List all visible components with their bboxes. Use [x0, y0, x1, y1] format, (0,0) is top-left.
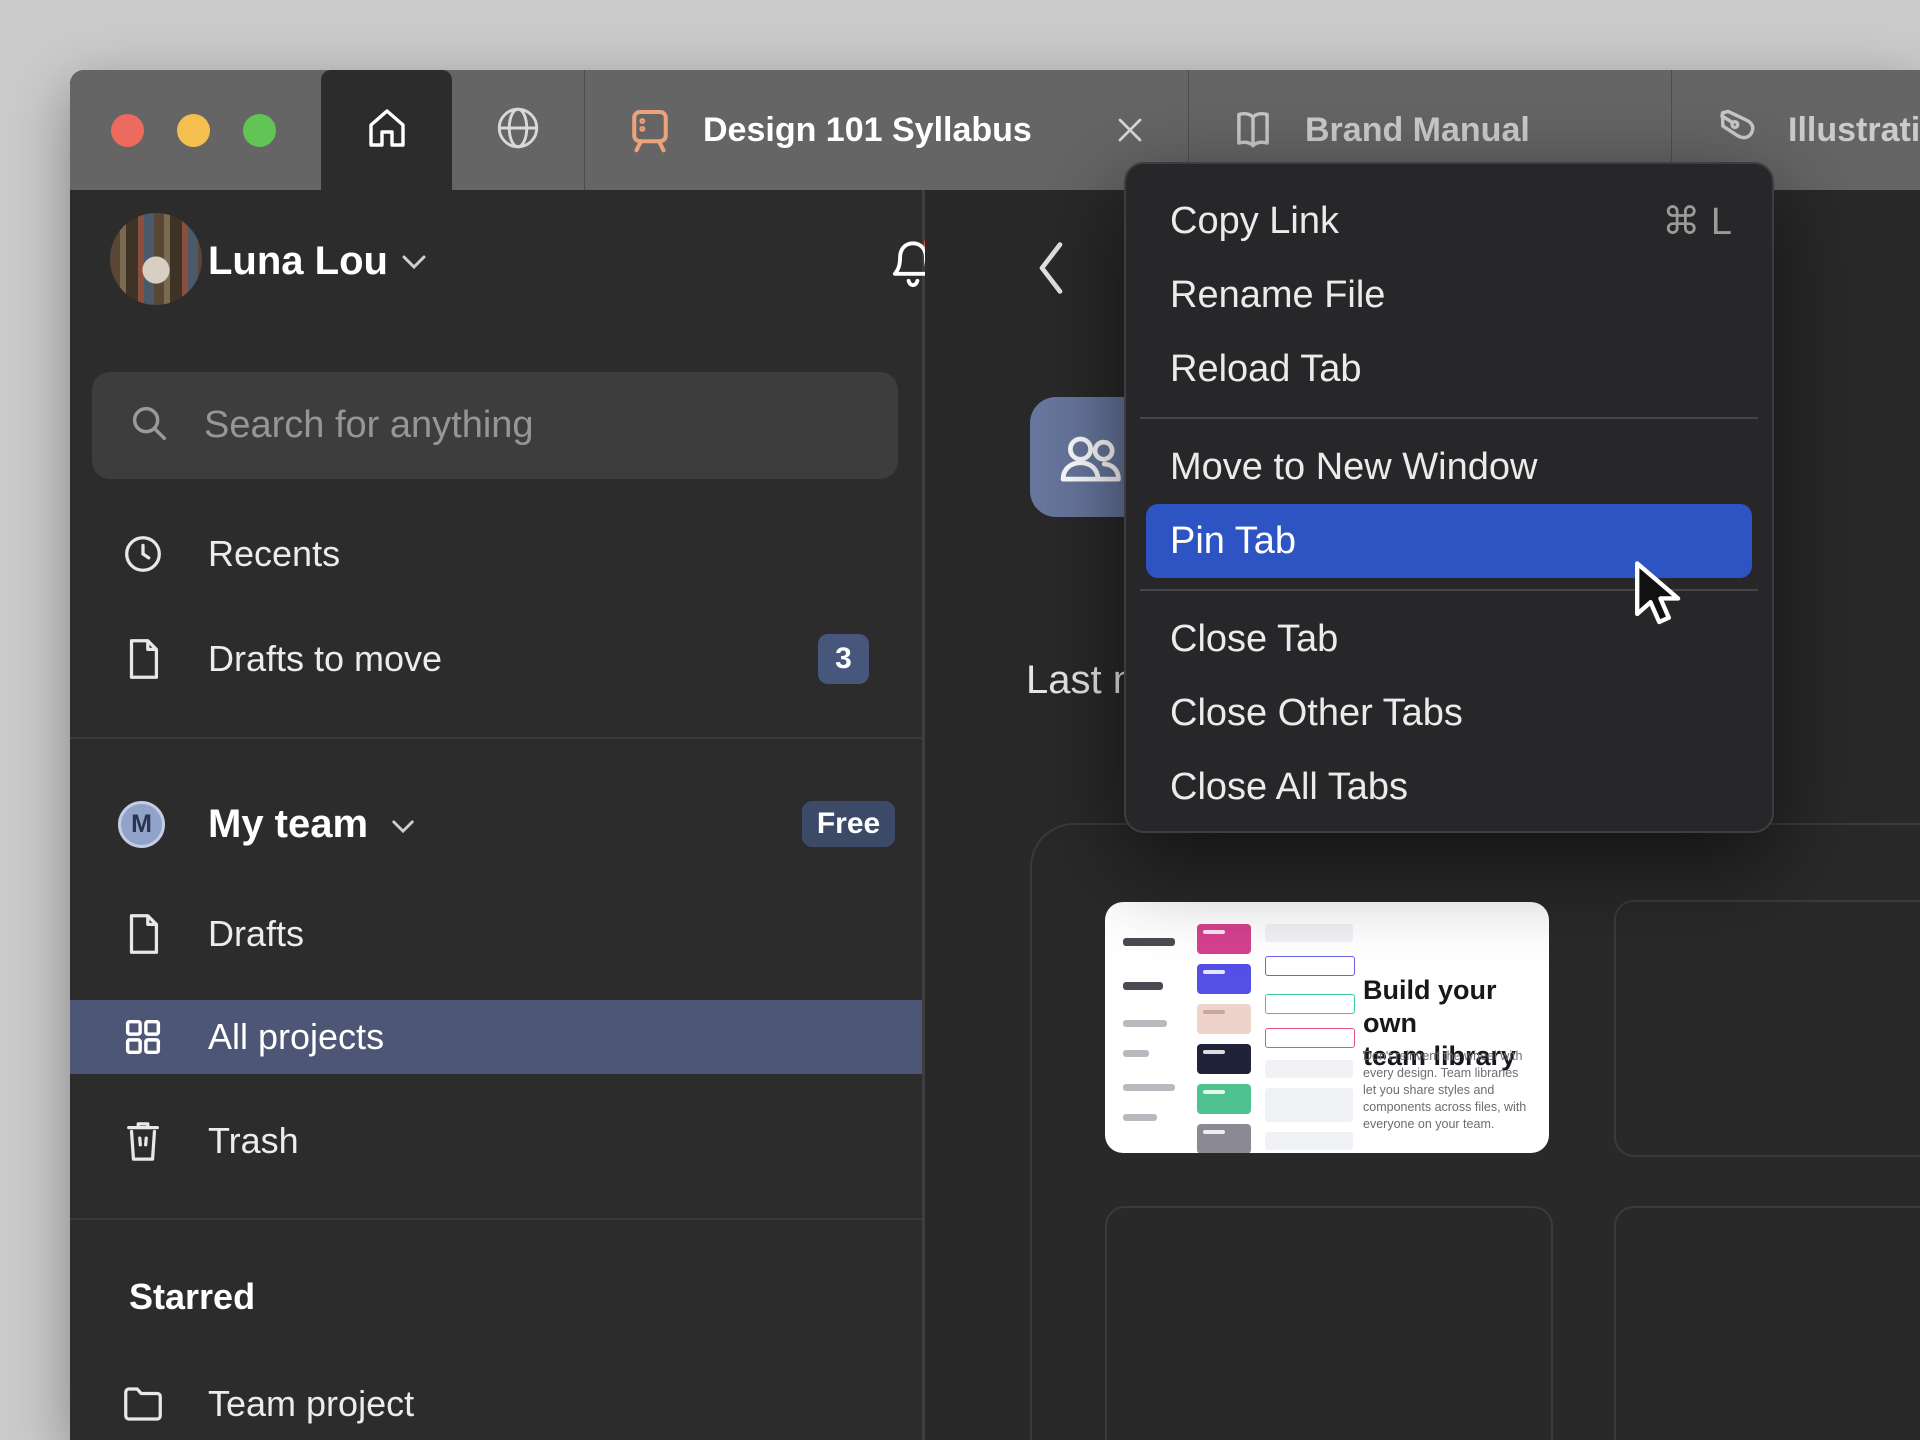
menu-item-shortcut: ⌘ L: [1662, 199, 1732, 244]
plan-badge: Free: [802, 801, 895, 847]
sidebar-item-label: All projects: [208, 1016, 384, 1058]
search-placeholder: Search for anything: [204, 404, 534, 447]
tab-home[interactable]: [321, 70, 452, 190]
team-library-promo-card[interactable]: Build your own team library Don't reinve…: [1105, 902, 1549, 1153]
menu-item-label: Close Tab: [1170, 618, 1338, 661]
sidebar-item-label: Recents: [208, 533, 340, 575]
tab-context-menu: Copy Link ⌘ L Rename File Reload Tab Mov…: [1124, 162, 1774, 833]
search-icon: [126, 400, 172, 451]
sidebar-item-label: Drafts: [208, 913, 304, 955]
tab-title: Design 101 Syllabus: [703, 111, 1032, 150]
sidebar: Luna Lou Search fo: [70, 190, 922, 1440]
search-input[interactable]: Search for anything: [92, 372, 898, 479]
count-badge: 3: [818, 634, 869, 684]
menu-item-label: Rename File: [1170, 274, 1385, 317]
tab-new-browser[interactable]: [452, 70, 584, 190]
menu-item-label: Copy Link: [1170, 200, 1339, 243]
sidebar-item-recents[interactable]: Recents: [70, 509, 922, 599]
chevron-down-icon: [390, 818, 416, 840]
tab-design-101-syllabus[interactable]: Design 101 Syllabus: [584, 70, 1188, 190]
menu-item-rename-file[interactable]: Rename File: [1126, 258, 1772, 332]
file-icon: [120, 636, 166, 682]
mouse-cursor: [1631, 560, 1693, 637]
close-tab-icon[interactable]: [1110, 110, 1150, 150]
project-card-placeholder: [1105, 1206, 1553, 1440]
starred-section-header: Starred: [129, 1276, 255, 1318]
menu-item-close-all-tabs[interactable]: Close All Tabs: [1126, 750, 1772, 824]
zoom-window-button[interactable]: [243, 114, 276, 147]
close-window-button[interactable]: [111, 114, 144, 147]
account-switcher[interactable]: Luna Lou: [70, 205, 922, 327]
pen-nib-icon: [1710, 104, 1762, 156]
menu-item-label: Move to New Window: [1170, 446, 1537, 489]
sidebar-divider: [70, 737, 922, 739]
style-guide-thumbnail: [1105, 902, 1345, 1153]
chevron-down-icon: [400, 253, 428, 276]
menu-item-reload-tab[interactable]: Reload Tab: [1126, 332, 1772, 406]
home-icon: [363, 104, 411, 157]
globe-icon: [493, 103, 543, 158]
sidebar-item-drafts-to-move[interactable]: Drafts to move 3: [70, 614, 922, 704]
tab-title: Brand Manual: [1305, 111, 1530, 150]
tab-title: Illustrati: [1788, 111, 1920, 150]
folder-icon: [120, 1382, 166, 1426]
sidebar-item-all-projects[interactable]: All projects: [70, 1000, 922, 1074]
open-book-icon: [1227, 104, 1279, 156]
team-name: My team: [208, 802, 368, 847]
project-card-placeholder: [1614, 1206, 1920, 1440]
project-card-placeholder: [1614, 900, 1920, 1157]
team-avatar: M: [118, 801, 165, 848]
grid-icon: [120, 1014, 166, 1060]
file-icon: [120, 911, 166, 957]
sidebar-divider: [70, 1218, 922, 1220]
back-button[interactable]: [1021, 238, 1081, 298]
sidebar-item-team-project[interactable]: Team project: [70, 1359, 922, 1440]
trash-icon: [120, 1118, 166, 1164]
promo-title-line1: Build your own: [1363, 974, 1549, 1040]
menu-item-label: Reload Tab: [1170, 348, 1362, 391]
menu-item-label: Close Other Tabs: [1170, 692, 1463, 735]
menu-item-copy-link[interactable]: Copy Link ⌘ L: [1126, 184, 1772, 258]
menu-item-move-to-new-window[interactable]: Move to New Window: [1126, 430, 1772, 504]
menu-item-close-other-tabs[interactable]: Close Other Tabs: [1126, 676, 1772, 750]
minimize-window-button[interactable]: [177, 114, 210, 147]
user-avatar: [110, 213, 202, 305]
user-name: Luna Lou: [208, 239, 388, 284]
menu-divider: [1126, 406, 1772, 430]
menu-item-label: Close All Tabs: [1170, 766, 1408, 809]
sidebar-item-label: Drafts to move: [208, 638, 442, 680]
sidebar-item-drafts[interactable]: Drafts: [70, 889, 922, 979]
team-switcher[interactable]: M My team Free: [70, 778, 922, 870]
clock-icon: [120, 531, 166, 577]
sidebar-item-label: Team project: [208, 1383, 414, 1425]
promo-body: Don't reinvent the wheel with every desi…: [1363, 1048, 1535, 1133]
menu-item-label: Pin Tab: [1170, 520, 1296, 563]
sidebar-item-label: Trash: [208, 1120, 299, 1162]
sidebar-item-trash[interactable]: Trash: [70, 1096, 922, 1186]
figjam-easel-icon: [623, 103, 677, 157]
traffic-lights: [70, 70, 321, 190]
